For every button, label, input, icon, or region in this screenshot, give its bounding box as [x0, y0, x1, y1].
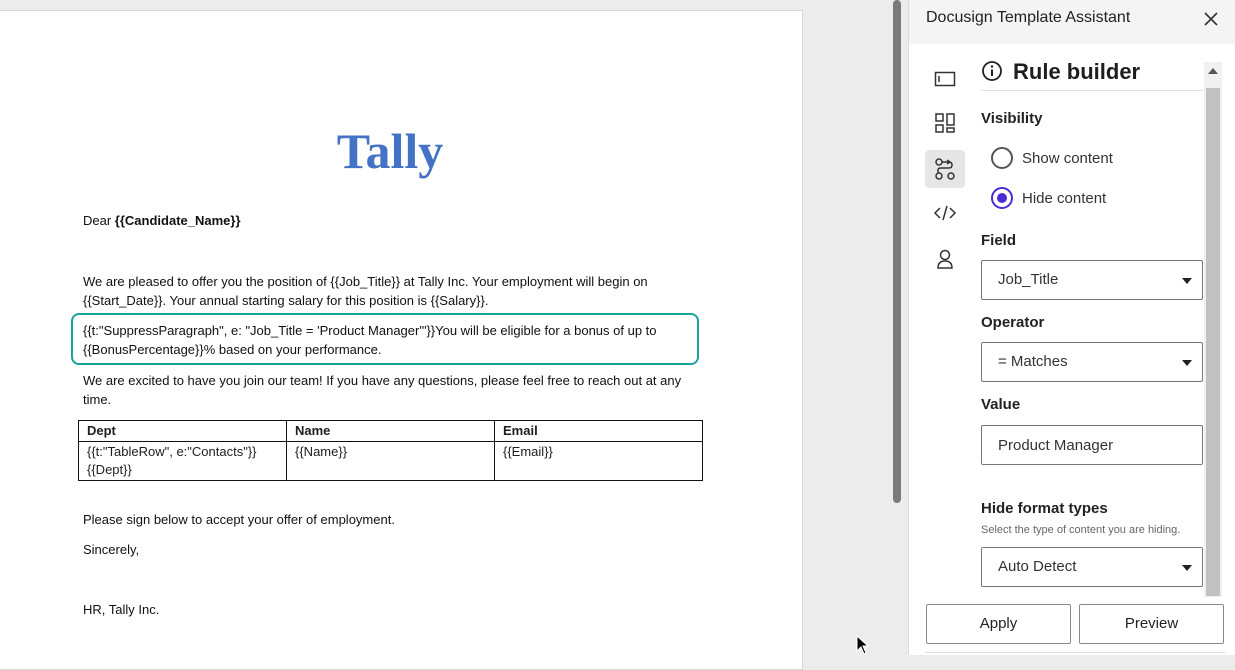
preview-button[interactable]: Preview — [1079, 604, 1224, 644]
show-content-radio[interactable]: Show content — [991, 147, 1113, 169]
offer-line-1: We are pleased to offer you the position… — [83, 274, 648, 289]
table-cell-name: {{Name}} — [286, 441, 495, 481]
info-icon — [982, 61, 1002, 81]
template-assistant-panel: Docusign Template Assistant Rule builder… — [908, 0, 1235, 655]
hide-format-select-value: Auto Detect — [998, 558, 1077, 575]
show-content-label: Show content — [1022, 149, 1113, 167]
field-label: Field — [981, 232, 1017, 249]
table-row-tag: {{t:"TableRow", e:"Contacts"}} — [87, 444, 257, 459]
table-cell-email: {{Email}} — [494, 441, 703, 481]
hide-content-radio[interactable]: Hide content — [991, 187, 1106, 209]
rule-builder-content: Rule builder Visibility Show content Hid… — [981, 56, 1203, 596]
table-header-dept: Dept — [78, 420, 287, 442]
salutation-prefix: Dear — [83, 213, 115, 228]
radio-circle — [991, 147, 1013, 169]
contacts-table: Dept Name Email {{t:"TableRow", e:"Conta… — [78, 420, 703, 481]
closing: Sincerely, — [83, 542, 140, 557]
operator-label: Operator — [981, 314, 1045, 331]
bonus-line-1: {{t:"SuppressParagraph", e: "Job_Title =… — [83, 323, 657, 338]
rules-icon[interactable] — [925, 150, 965, 188]
candidate-name-field: {{Candidate_Name}} — [114, 213, 241, 228]
operator-select[interactable]: = Matches — [981, 342, 1203, 382]
apply-button[interactable]: Apply — [926, 604, 1071, 644]
panel-icon[interactable] — [925, 60, 965, 98]
rule-builder-title: Rule builder — [1013, 59, 1141, 84]
document-scrollbar[interactable] — [893, 0, 901, 503]
visibility-label: Visibility — [981, 110, 1043, 127]
sign-paragraph: Please sign below to accept your offer o… — [83, 512, 395, 527]
table-header-email: Email — [494, 420, 703, 442]
code-icon[interactable] — [925, 194, 965, 232]
hide-format-select[interactable]: Auto Detect — [981, 547, 1203, 587]
welcome-line-1: We are excited to have you join our team… — [83, 373, 682, 388]
rule-builder-header: Rule builder — [981, 56, 1203, 91]
person-icon[interactable] — [925, 240, 965, 278]
value-input[interactable] — [981, 425, 1203, 465]
layout-icon[interactable] — [925, 104, 965, 142]
panel-scrollbar[interactable] — [1204, 62, 1222, 597]
offer-line-2: {{Start_Date}}. Your annual starting sal… — [83, 293, 489, 308]
table-dept-field: {{Dept}} — [87, 462, 132, 477]
hide-format-label: Hide format types — [981, 500, 1108, 517]
radio-circle-selected — [991, 187, 1013, 209]
divider — [925, 652, 1225, 653]
hide-format-hint: Select the type of content you are hidin… — [981, 524, 1181, 536]
chevron-down-icon — [1182, 565, 1192, 571]
panel-scrollbar-thumb[interactable] — [1206, 88, 1220, 596]
field-select[interactable]: Job_Title — [981, 260, 1203, 300]
salutation: Dear {{Candidate_Name}} — [83, 211, 713, 230]
document-area: Tally Dear {{Candidate_Name}} We are ple… — [0, 0, 905, 670]
hide-content-label: Hide content — [1022, 189, 1107, 207]
chevron-down-icon — [1182, 360, 1192, 366]
offer-paragraph: We are pleased to offer you the position… — [83, 272, 713, 310]
document-title: Tally — [336, 123, 444, 179]
table-row: {{t:"TableRow", e:"Contacts"}} {{Dept}} {… — [78, 441, 703, 481]
panel-header: Docusign Template Assistant — [909, 0, 1235, 44]
welcome-line-2: time. — [83, 392, 112, 407]
bonus-line-2: {{BonusPercentage}}% based on your perfo… — [83, 342, 382, 357]
bonus-paragraph[interactable]: {{t:"SuppressParagraph", e: "Job_Title =… — [83, 321, 713, 359]
operator-select-value: = Matches — [998, 353, 1068, 370]
table-header-name: Name — [286, 420, 495, 442]
panel-title: Docusign Template Assistant — [926, 9, 1131, 26]
close-icon[interactable] — [1200, 8, 1222, 30]
field-select-value: Job_Title — [998, 271, 1059, 288]
scroll-up-icon[interactable] — [1208, 68, 1218, 74]
table-cell-dept: {{t:"TableRow", e:"Contacts"}} {{Dept}} — [78, 441, 287, 481]
table-header-row: Dept Name Email — [78, 420, 703, 442]
welcome-paragraph: We are excited to have you join our team… — [83, 371, 713, 409]
mouse-cursor-icon — [856, 634, 870, 655]
chevron-down-icon — [1182, 278, 1192, 284]
value-label: Value — [981, 396, 1021, 413]
signature: HR, Tally Inc. — [83, 602, 160, 617]
